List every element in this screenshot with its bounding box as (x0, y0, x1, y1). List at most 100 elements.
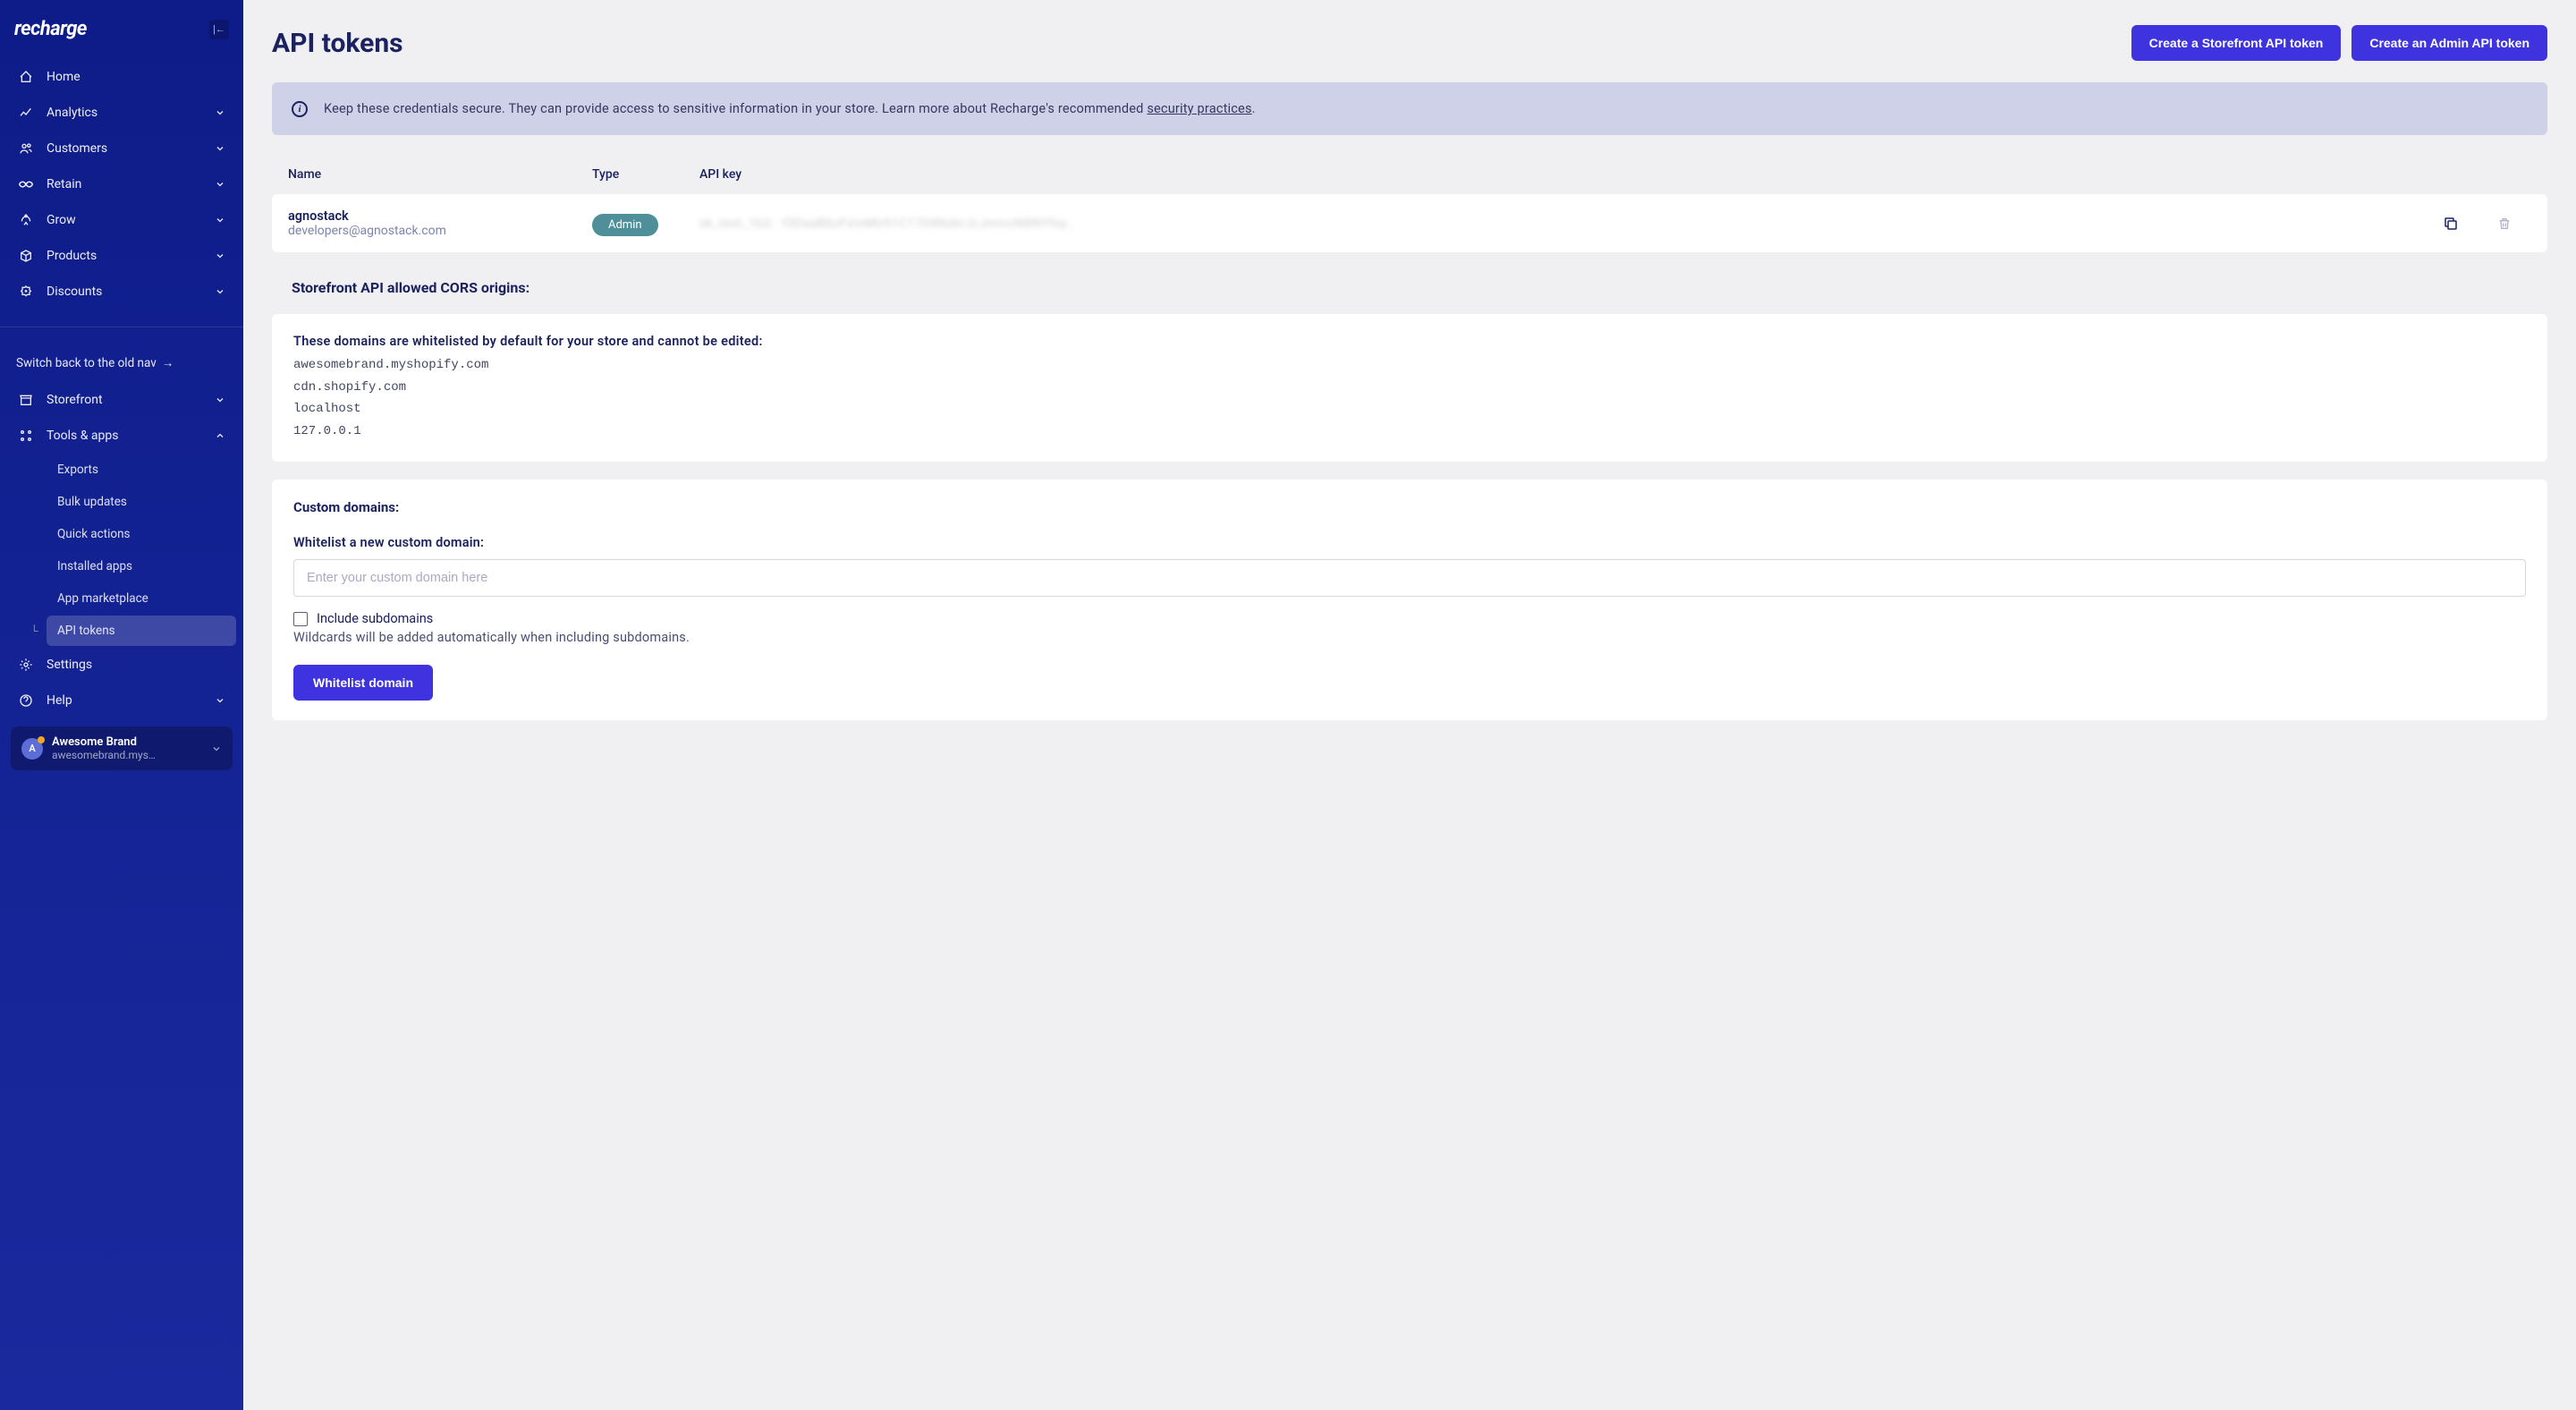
domain-item: localhost (293, 398, 2526, 420)
security-practices-link[interactable]: security practices (1147, 101, 1251, 116)
sidebar-item-storefront[interactable]: Storefront (7, 383, 236, 417)
sidebar-item-installed-apps[interactable]: Installed apps (47, 551, 236, 582)
chevron-down-icon (215, 107, 225, 118)
sidebar-item-label: API tokens (57, 624, 115, 638)
chevron-down-icon (215, 215, 225, 225)
sidebar-item-discounts[interactable]: Discounts (7, 275, 236, 309)
sidebar-item-label: Settings (47, 658, 92, 672)
custom-domains-title: Custom domains: (293, 499, 2526, 515)
col-key: API key (699, 167, 2424, 182)
sidebar-item-tools[interactable]: Tools & apps (7, 419, 236, 453)
copy-button[interactable] (2424, 216, 2478, 232)
token-name-cell: agnostack developers@agnostack.com (288, 208, 592, 238)
chevron-down-icon (211, 743, 222, 754)
alert-text: Keep these credentials secure. They can … (324, 98, 1256, 119)
include-subdomains-label: Include subdomains (317, 611, 433, 626)
collapse-sidebar-button[interactable]: |← (209, 20, 229, 39)
subdomains-row: Include subdomains (293, 611, 2526, 626)
tools-icon (18, 428, 34, 444)
sidebar-item-app-marketplace[interactable]: App marketplace (47, 583, 236, 614)
chevron-down-icon (215, 179, 225, 190)
switch-nav-label: Switch back to the old nav (16, 356, 157, 370)
chevron-down-icon (215, 395, 225, 405)
page-header: API tokens Create a Storefront API token… (272, 25, 2547, 61)
customers-icon (18, 140, 34, 157)
cors-section-title: Storefront API allowed CORS origins: (292, 279, 2547, 296)
sidebar-item-label: Home (47, 70, 80, 84)
sidebar-item-label: Tools & apps (47, 429, 119, 443)
api-key-masked: sk_test_1b3.. f3DaaB6zFxIvMlr91C1704Nzkr… (699, 217, 2424, 231)
chevron-down-icon (215, 251, 225, 261)
sidebar-item-bulk-updates[interactable]: Bulk updates (47, 487, 236, 517)
sidebar-item-label: Retain (47, 177, 81, 191)
sidebar-item-label: Storefront (47, 393, 103, 407)
arrow-right-icon: → (162, 356, 174, 370)
type-badge: Admin (592, 214, 658, 236)
token-name[interactable]: agnostack (288, 208, 592, 224)
custom-domain-input[interactable] (293, 559, 2526, 597)
security-alert: i Keep these credentials secure. They ca… (272, 82, 2547, 135)
brand-name: Awesome Brand (52, 735, 211, 749)
sidebar-item-customers[interactable]: Customers (7, 132, 236, 166)
brand-switcher[interactable]: A Awesome Brand awesomebrand.mys… (11, 726, 233, 770)
sidebar-item-label: Exports (57, 463, 98, 477)
table-header: Name Type API key (272, 155, 2547, 194)
sidebar-item-analytics[interactable]: Analytics (7, 96, 236, 130)
products-icon (18, 248, 34, 264)
sidebar-item-label: Installed apps (57, 559, 132, 573)
alert-text-b: . (1252, 101, 1256, 116)
alert-text-a: Keep these credentials secure. They can … (324, 101, 1147, 116)
sidebar-item-help[interactable]: Help (7, 684, 236, 718)
create-storefront-token-button[interactable]: Create a Storefront API token (2131, 25, 2342, 61)
page-title: API tokens (272, 28, 403, 59)
sidebar-item-label: Products (47, 249, 97, 263)
domain-item: 127.0.0.1 (293, 420, 2526, 443)
sidebar-item-retain[interactable]: Retain (7, 167, 236, 201)
col-name: Name (288, 167, 592, 182)
sidebar-header: recharge |← (0, 0, 243, 60)
delete-button[interactable] (2478, 216, 2531, 232)
col-type: Type (592, 167, 699, 182)
domain-item: awesomebrand.myshopify.com (293, 354, 2526, 377)
sidebar-item-label: Discounts (47, 285, 102, 299)
switch-nav-link[interactable]: Switch back to the old nav → (0, 344, 243, 383)
tools-submenu: Exports Bulk updates Quick actions Insta… (7, 454, 236, 646)
default-domains-list: awesomebrand.myshopify.com cdn.shopify.c… (293, 354, 2526, 442)
sidebar-item-label: Analytics (47, 106, 97, 120)
custom-domains-card: Custom domains: Whitelist a new custom d… (272, 480, 2547, 720)
table-row: agnostack developers@agnostack.com Admin… (272, 194, 2547, 252)
sidebar-item-label: App marketplace (57, 591, 148, 606)
analytics-icon (18, 105, 34, 121)
storefront-icon (18, 392, 34, 408)
token-email: developers@agnostack.com (288, 224, 592, 238)
sidebar-item-products[interactable]: Products (7, 239, 236, 273)
include-subdomains-checkbox[interactable] (293, 612, 308, 626)
main-content: API tokens Create a Storefront API token… (243, 0, 2576, 1410)
whitelist-domain-button[interactable]: Whitelist domain (293, 665, 433, 701)
sidebar-item-label: Quick actions (57, 527, 131, 541)
info-icon: i (292, 101, 308, 117)
sidebar-item-label: Grow (47, 213, 76, 227)
retain-icon (18, 176, 34, 192)
sidebar-item-label: Bulk updates (57, 495, 127, 509)
brand-info: Awesome Brand awesomebrand.mys… (52, 735, 211, 761)
gear-icon (18, 657, 34, 673)
trash-icon (2497, 216, 2512, 232)
sidebar-item-exports[interactable]: Exports (47, 454, 236, 485)
sidebar-item-label: Help (47, 693, 72, 708)
home-icon (18, 69, 34, 85)
sidebar-item-home[interactable]: Home (7, 60, 236, 94)
help-icon (18, 692, 34, 709)
subdomains-help: Wildcards will be added automatically wh… (293, 630, 2526, 645)
sidebar-item-settings[interactable]: Settings (7, 648, 236, 682)
chevron-down-icon (215, 143, 225, 154)
sidebar-item-quick-actions[interactable]: Quick actions (47, 519, 236, 549)
sidebar-item-api-tokens[interactable]: API tokens (47, 616, 236, 646)
sidebar: recharge |← Home Analytics Customers Ret… (0, 0, 243, 1410)
domain-item: cdn.shopify.com (293, 377, 2526, 399)
brand-domain: awesomebrand.mys… (52, 749, 211, 761)
sidebar-item-grow[interactable]: Grow (7, 203, 236, 237)
chevron-up-icon (215, 430, 225, 441)
create-admin-token-button[interactable]: Create an Admin API token (2351, 25, 2547, 61)
cors-intro: These domains are whitelisted by default… (293, 334, 2526, 349)
